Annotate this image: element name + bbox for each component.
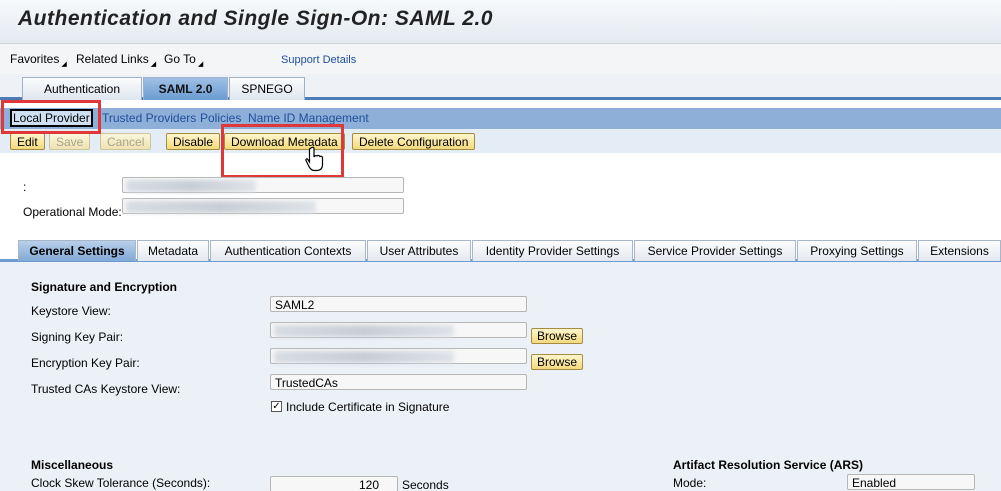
trusted-cas-field[interactable]: TrustedCAs [270, 374, 527, 390]
disable-button[interactable]: Disable [166, 133, 221, 150]
signing-key-pair-label: Signing Key Pair: [31, 330, 124, 344]
redacted-provider-name [126, 180, 256, 192]
save-button[interactable]: Save [49, 133, 91, 150]
signature-section-title: Signature and Encryption [31, 280, 178, 294]
tab-metadata[interactable]: Metadata [137, 240, 209, 261]
ars-mode-field[interactable]: Enabled [847, 474, 975, 490]
dropdown-triangle-icon: ◢ [150, 61, 157, 68]
dropdown-triangle-icon: ◢ [197, 61, 204, 68]
support-details-link[interactable]: Support Details [281, 54, 356, 66]
tab-authentication[interactable]: Authentication [22, 77, 142, 100]
detail-tab-bar: General Settings Metadata Authentication… [0, 240, 1001, 262]
clock-skew-field[interactable]: 120 [270, 476, 398, 491]
tab-user-attributes[interactable]: User Attributes [367, 240, 471, 261]
redacted-signing-key [274, 325, 454, 337]
go-to-menu[interactable]: Go To ◢ [164, 52, 203, 68]
cancel-button[interactable]: Cancel [100, 133, 152, 150]
tab-saml[interactable]: SAML 2.0 [143, 77, 228, 100]
dropdown-triangle-icon: ◢ [61, 61, 67, 68]
sub-navigation: Local Provider Trusted Providers Policie… [0, 108, 1001, 129]
favorites-menu[interactable]: Favorites ◢ [10, 52, 67, 68]
provider-name-label: : [23, 180, 27, 194]
related-links-label: Related Links [76, 52, 149, 66]
signing-browse-button[interactable]: Browse [531, 328, 584, 344]
trusted-cas-label: Trusted CAs Keystore View: [31, 382, 181, 396]
operational-mode-label: Operational Mode: [23, 205, 122, 219]
menu-bar: Favorites ◢ Related Links ◢ Go To ◢ Support… [0, 44, 1001, 74]
tab-extensions[interactable]: Extensions [918, 240, 1001, 261]
redacted-operational-mode [126, 201, 316, 213]
hand-cursor-icon [305, 146, 324, 172]
related-links-menu[interactable]: Related Links ◢ [76, 52, 156, 68]
local-provider-link[interactable]: Local Provider [10, 109, 93, 127]
go-to-label: Go To [164, 52, 196, 66]
keystore-view-label: Keystore View: [31, 304, 111, 318]
tab-identity-provider-settings[interactable]: Identity Provider Settings [472, 240, 633, 261]
keystore-view-field[interactable]: SAML2 [270, 296, 527, 312]
tab-spnego[interactable]: SPNEGO [229, 77, 305, 100]
ars-mode-label: Mode: [673, 476, 707, 490]
trusted-providers-link[interactable]: Trusted Providers [102, 111, 196, 125]
title-bar: Authentication and Single Sign-On: SAML … [0, 0, 1001, 44]
toolbar: Edit Save Cancel Disable Download Metada… [0, 129, 1001, 153]
general-settings-panel: Signature and Encryption Keystore View: … [0, 262, 1001, 491]
tab-service-provider-settings[interactable]: Service Provider Settings [634, 240, 796, 261]
name-id-management-link[interactable]: Name ID Management [248, 111, 369, 125]
ars-section-title: Artifact Resolution Service (ARS) [673, 458, 864, 472]
redacted-encryption-key [274, 351, 454, 363]
delete-configuration-button[interactable]: Delete Configuration [352, 133, 476, 150]
favorites-label: Favorites [10, 52, 60, 66]
page-title: Authentication and Single Sign-On: SAML … [18, 7, 493, 30]
main-tab-bar: Authentication SAML 2.0 SPNEGO [0, 74, 1001, 100]
include-certificate-label: Include Certificate in Signature [286, 400, 450, 414]
tab-proxying-settings[interactable]: Proxying Settings [797, 240, 917, 261]
miscellaneous-section-title: Miscellaneous [31, 458, 114, 472]
tab-authentication-contexts[interactable]: Authentication Contexts [210, 240, 366, 261]
edit-button[interactable]: Edit [10, 133, 45, 150]
download-metadata-button[interactable]: Download Metadata [224, 133, 345, 150]
encryption-key-pair-label: Encryption Key Pair: [31, 356, 140, 370]
clock-skew-label: Clock Skew Tolerance (Seconds): [31, 476, 211, 490]
seconds-unit-label: Seconds [402, 478, 449, 491]
include-certificate-checkbox[interactable]: ✓ [271, 401, 282, 412]
tab-general-settings[interactable]: General Settings [18, 240, 136, 261]
encryption-browse-button[interactable]: Browse [531, 354, 584, 370]
policies-link[interactable]: Policies [200, 111, 241, 125]
